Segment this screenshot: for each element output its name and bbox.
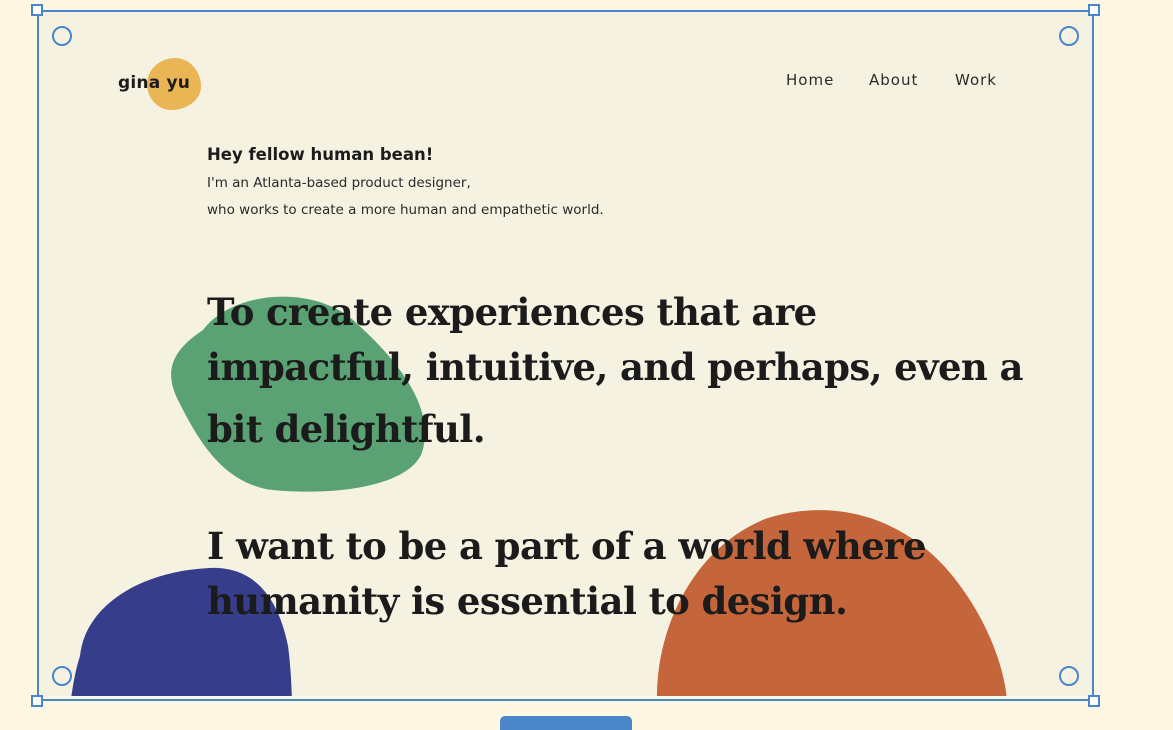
bottom-toolbar-tab[interactable] — [500, 716, 632, 730]
resize-handle-bottom-left[interactable] — [31, 695, 43, 707]
rotate-handle-bottom-left[interactable] — [52, 666, 72, 686]
resize-handle-bottom-right[interactable] — [1088, 695, 1100, 707]
resize-handle-top-right[interactable] — [1088, 4, 1100, 16]
selection-frame — [37, 10, 1094, 701]
rotate-handle-bottom-right[interactable] — [1059, 666, 1079, 686]
resize-handle-top-left[interactable] — [31, 4, 43, 16]
rotate-handle-top-left[interactable] — [52, 26, 72, 46]
rotate-handle-top-right[interactable] — [1059, 26, 1079, 46]
